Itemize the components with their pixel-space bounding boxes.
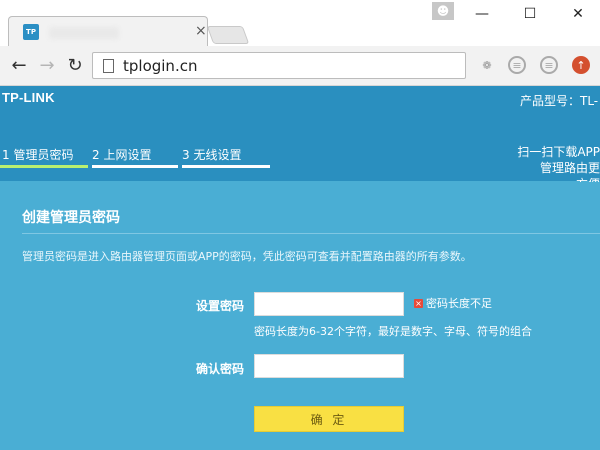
maximize-button[interactable]: ☐ [515,4,545,24]
error-text: 密码长度不足 [426,297,492,310]
tab-title-blurred [49,27,119,39]
page-header: TP-LINK 产品型号：TL-​ 1 管理员密码 2 上网设置 3 无线设置 … [0,86,600,182]
section-divider [22,233,600,234]
kangaroo-extension-icon[interactable]: ❁ [478,56,496,74]
browser-toolbar: ← → ↻ tplogin.cn ❁ ≡ ≡ ↑ [0,46,600,86]
router-setup-page: TP-LINK 产品型号：TL-​ 1 管理员密码 2 上网设置 3 无线设置 … [0,86,600,450]
profile-icon[interactable]: ☻ [432,2,454,20]
app-download-text: 扫一扫下载APP 管理路由更 方便 [517,144,600,182]
step-wireless-settings[interactable]: 3 无线设置 [182,146,241,163]
url-text[interactable]: tplogin.cn [123,57,197,75]
confirm-password-label: 确认密码 [196,362,245,376]
minimize-button[interactable]: — [467,4,497,24]
step-internet-settings[interactable]: 2 上网设置 [92,146,151,163]
extension-circle-icon[interactable]: ≡ [540,56,558,74]
step-internet-settings-indicator [92,165,178,168]
back-arrow-icon[interactable]: ← [8,54,30,76]
close-window-button[interactable]: ✕ [563,4,593,24]
password-label: 设置密码 [196,299,245,313]
step-admin-password-indicator [0,165,88,168]
scan-line-2: 管理路由更 [539,161,600,175]
address-bar[interactable]: tplogin.cn [92,52,466,79]
browser-tab[interactable]: TP × [8,16,208,46]
password-hint: 密码长度为6-32个字符，最好是数字、字母、符号的组合 [254,325,532,338]
password-input[interactable] [254,292,404,316]
confirm-password-input[interactable] [254,354,404,378]
browser-titlebar: TP × ☻ — ☐ ✕ [0,0,600,46]
page-icon [103,59,114,73]
forward-arrow-icon[interactable]: → [36,54,58,76]
scan-line-1: 扫一扫下载APP [517,145,600,159]
model-label: 产品型号：TL-​ [520,94,599,108]
step-admin-password[interactable]: 1 管理员密码 [2,146,73,163]
password-error: × 密码长度不足 [414,295,492,311]
confirm-button[interactable]: 确 定 [254,406,404,432]
new-tab-button[interactable] [206,26,250,44]
reload-icon[interactable]: ↻ [64,54,86,76]
step-wireless-settings-indicator [182,165,270,168]
extension-circle-icon[interactable]: ≡ [508,56,526,74]
scan-line-3: 方便 [517,176,600,182]
tab-close-icon[interactable]: × [195,23,207,39]
section-description: 管理员密码是进入路由器管理页面或APP的密码，凭此密码可查看并配置路由器的所有参… [22,250,472,263]
error-icon: × [414,298,423,308]
upload-extension-icon[interactable]: ↑ [572,56,590,74]
tp-link-logo: TP-LINK [2,90,55,105]
tp-link-favicon-icon: TP [23,24,39,40]
section-title: 创建管理员密码 [22,210,120,226]
